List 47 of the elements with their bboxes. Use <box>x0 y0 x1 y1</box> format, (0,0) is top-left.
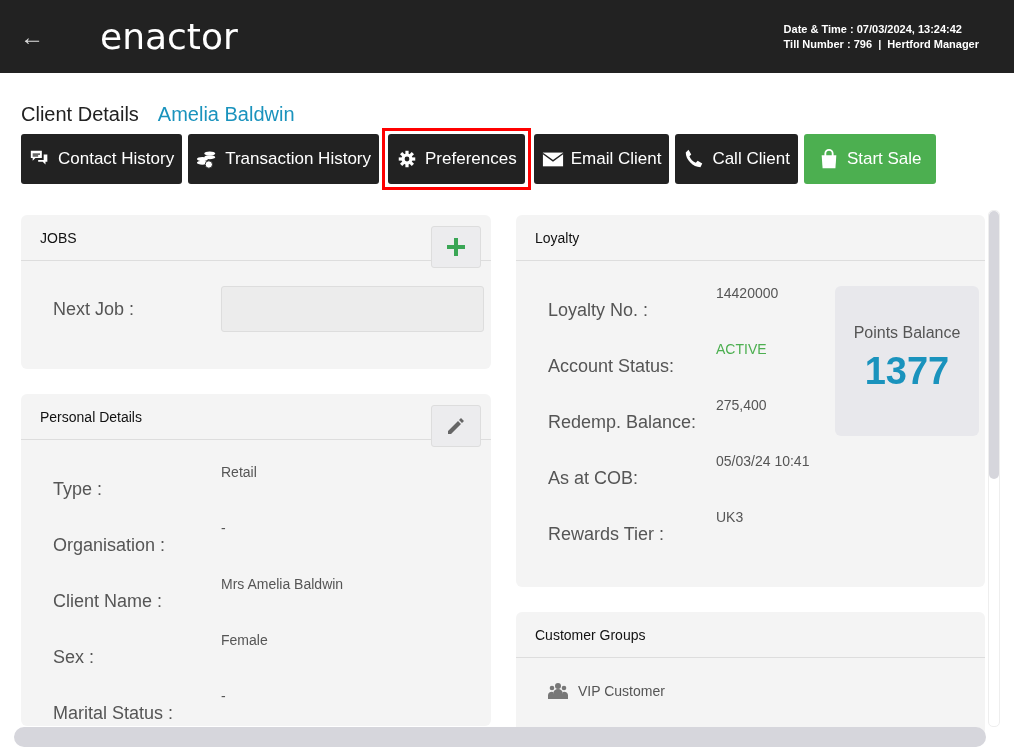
field-value: - <box>221 688 226 704</box>
edit-button[interactable] <box>431 405 481 447</box>
field-value: Mrs Amelia Baldwin <box>221 576 344 592</box>
page-title: Client Details <box>21 103 139 126</box>
plus-icon <box>446 237 466 257</box>
action-button[interactable]: Email Client <box>533 134 670 184</box>
logo: enactor <box>100 16 238 57</box>
action-button[interactable]: Transaction History <box>188 134 379 184</box>
field-value: 275,400 <box>716 397 767 413</box>
action-button[interactable]: Contact History <box>21 134 183 184</box>
horizontal-scrollbar[interactable] <box>14 727 986 747</box>
vertical-scrollbar[interactable] <box>988 210 1000 727</box>
field-value: Retail <box>221 464 257 480</box>
field-value: - <box>221 520 226 536</box>
field-label: Loyalty No. : <box>548 300 650 321</box>
field-label: Type : <box>53 479 104 500</box>
group-name: VIP Customer <box>578 683 665 699</box>
field-label: Account Status: <box>548 356 676 377</box>
field-value: Female <box>221 632 268 648</box>
field-label: Next Job : <box>53 298 136 320</box>
action-button[interactable]: Call Client <box>675 134 798 184</box>
field-label: Client Name : <box>53 591 164 612</box>
client-name-title: Amelia Baldwin <box>157 103 295 126</box>
action-button[interactable]: Preferences <box>388 134 525 184</box>
field-value: 05/03/24 10:41 <box>716 453 810 469</box>
field-label: Redemp. Balance: <box>548 412 698 433</box>
add-button[interactable] <box>431 226 481 268</box>
card-title: Loyalty <box>535 229 580 246</box>
field-label: Organisation : <box>53 535 167 556</box>
points-balance-label: Points Balance <box>853 324 961 342</box>
card-title: Personal Details <box>40 408 142 425</box>
field-label: Rewards Tier : <box>548 524 666 545</box>
field-value: 14420000 <box>716 285 779 301</box>
date-time-text: Date & Time : 07/03/2024, 13:24:42 <box>783 23 963 35</box>
points-balance-value: 1377 <box>864 350 950 393</box>
pencil-icon <box>446 416 466 436</box>
till-number-text: Till Number : 796 | Hertford Manager <box>783 38 979 50</box>
status-value: ACTIVE <box>716 341 767 357</box>
field-label: Marital Status : <box>53 703 175 724</box>
settings-icon <box>396 148 418 170</box>
card-title: Customer Groups <box>535 626 646 643</box>
people-group-icon <box>548 682 568 700</box>
field-label: Sex : <box>53 647 96 668</box>
back-button[interactable]: ← <box>16 22 48 51</box>
field-value: UK3 <box>716 509 744 525</box>
card-title: JOBS <box>40 229 77 246</box>
field-label: As at COB: <box>548 468 640 489</box>
